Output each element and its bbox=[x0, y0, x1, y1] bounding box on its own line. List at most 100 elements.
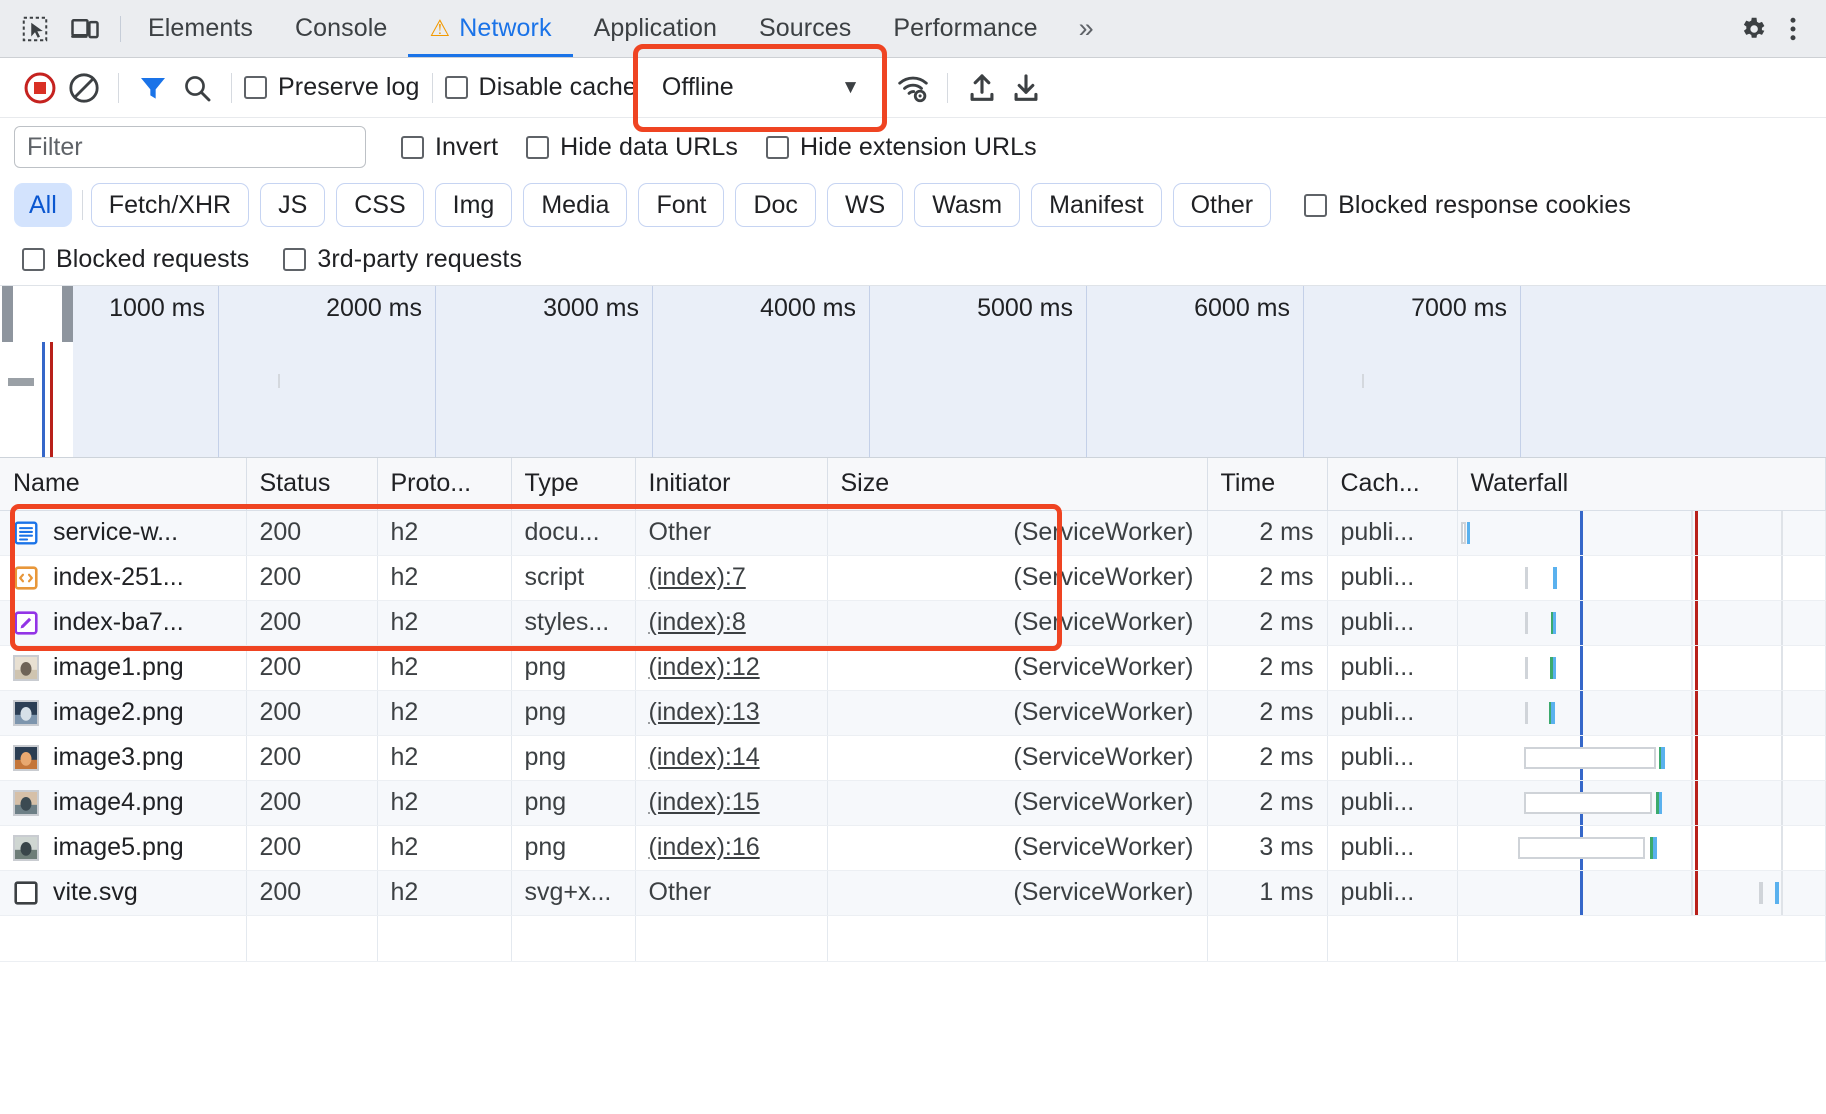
waterfall-domcontentloaded-line bbox=[1580, 600, 1584, 644]
type-filter-font[interactable]: Font bbox=[638, 183, 725, 227]
type-filter-fetch-xhr[interactable]: Fetch/XHR bbox=[90, 183, 250, 227]
type-filter-img[interactable]: Img bbox=[434, 183, 513, 227]
column-header-protocol[interactable]: Proto... bbox=[377, 458, 512, 511]
column-header-type[interactable]: Type bbox=[511, 458, 636, 511]
tab-sources[interactable]: Sources bbox=[738, 0, 872, 57]
filter-funnel-icon[interactable] bbox=[131, 66, 175, 110]
type-filter-css[interactable]: CSS bbox=[336, 183, 424, 227]
cell-initiator[interactable]: Other bbox=[635, 870, 828, 916]
network-overview-timeline[interactable]: 1000 ms 2000 ms 3000 ms 4000 ms 5000 ms … bbox=[0, 286, 1826, 458]
type-filter-other[interactable]: Other bbox=[1172, 183, 1272, 227]
waterfall-load-line bbox=[1694, 645, 1698, 689]
type-filter-manifest[interactable]: Manifest bbox=[1031, 183, 1162, 227]
type-filter-all[interactable]: All bbox=[14, 183, 72, 227]
table-row[interactable]: index-251... 200 h2 script (index):7 (Se… bbox=[0, 555, 1826, 601]
table-row[interactable]: service-w... 200 h2 docu... Other (Servi… bbox=[0, 510, 1826, 556]
cell-cache: publi... bbox=[1327, 600, 1458, 646]
clear-icon[interactable] bbox=[62, 66, 106, 110]
third-party-requests-checkbox[interactable]: 3rd-party requests bbox=[283, 245, 522, 274]
tab-application[interactable]: Application bbox=[573, 0, 738, 57]
initiator-link[interactable]: (index):15 bbox=[649, 788, 760, 816]
column-header-size[interactable]: Size bbox=[827, 458, 1208, 511]
column-header-status[interactable]: Status bbox=[246, 458, 378, 511]
name-cell-content: image4.png bbox=[13, 788, 233, 817]
cell-name[interactable]: image2.png bbox=[0, 690, 247, 736]
cell-name[interactable]: service-w... bbox=[0, 510, 247, 556]
cell-name[interactable]: vite.svg bbox=[0, 870, 247, 916]
tab-network[interactable]: ⚠ Network bbox=[408, 0, 573, 57]
table-row[interactable]: image5.png 200 h2 png (index):16 (Servic… bbox=[0, 825, 1826, 871]
cell-name[interactable]: image4.png bbox=[0, 780, 247, 826]
tabbar-divider bbox=[120, 15, 121, 42]
initiator-link[interactable]: (index):16 bbox=[649, 833, 760, 861]
tab-performance[interactable]: Performance bbox=[872, 0, 1058, 57]
column-header-initiator[interactable]: Initiator bbox=[635, 458, 828, 511]
waterfall-queue-bar bbox=[1523, 746, 1656, 769]
column-header-name[interactable]: Name bbox=[0, 458, 247, 511]
cell-name[interactable]: image3.png bbox=[0, 735, 247, 781]
type-filter-js[interactable]: JS bbox=[260, 183, 326, 227]
table-row[interactable]: image4.png 200 h2 png (index):15 (Servic… bbox=[0, 780, 1826, 826]
gear-icon[interactable] bbox=[1736, 12, 1770, 46]
initiator-link[interactable]: (index):7 bbox=[649, 563, 746, 591]
cell-initiator[interactable]: (index):8 bbox=[635, 600, 828, 646]
device-toolbar-icon[interactable] bbox=[68, 12, 102, 46]
waterfall-domcontentloaded-line bbox=[1580, 690, 1584, 734]
hide-extension-urls-checkbox[interactable]: Hide extension URLs bbox=[766, 133, 1037, 162]
cell-name[interactable]: image5.png bbox=[0, 825, 247, 871]
tab-console[interactable]: Console bbox=[274, 0, 408, 57]
cell-initiator[interactable]: Other bbox=[635, 510, 828, 556]
initiator-link[interactable]: (index):14 bbox=[649, 743, 760, 771]
disable-cache-checkbox[interactable]: Disable cache bbox=[444, 73, 637, 102]
cell-initiator[interactable]: (index):16 bbox=[635, 825, 828, 871]
waterfall-gridline bbox=[1690, 645, 1693, 689]
table-row[interactable]: index-ba7... 200 h2 styles... (index):8 … bbox=[0, 600, 1826, 646]
tab-label: Application bbox=[593, 14, 717, 42]
type-filter-ws[interactable]: WS bbox=[826, 183, 904, 227]
search-icon[interactable] bbox=[175, 66, 219, 110]
type-filter-wasm[interactable]: Wasm bbox=[914, 183, 1021, 227]
export-har-icon[interactable] bbox=[1004, 66, 1048, 110]
blocked-response-cookies-checkbox[interactable]: Blocked response cookies bbox=[1304, 191, 1631, 220]
waterfall-gridline bbox=[1780, 510, 1783, 554]
tab-elements[interactable]: Elements bbox=[127, 0, 274, 57]
throttling-dropdown[interactable]: Offline ▼ bbox=[644, 65, 873, 110]
name-cell-content: index-251... bbox=[13, 563, 233, 592]
cell-initiator[interactable]: (index):7 bbox=[635, 555, 828, 601]
table-row[interactable]: image1.png 200 h2 png (index):12 (Servic… bbox=[0, 645, 1826, 691]
document-icon bbox=[14, 521, 38, 544]
cell-initiator[interactable]: (index):15 bbox=[635, 780, 828, 826]
cell-cache: publi... bbox=[1327, 870, 1458, 916]
kebab-menu-icon[interactable] bbox=[1776, 12, 1810, 46]
table-row[interactable]: image2.png 200 h2 png (index):13 (Servic… bbox=[0, 690, 1826, 736]
cell-name[interactable]: index-ba7... bbox=[0, 600, 247, 646]
blocked-requests-checkbox[interactable]: Blocked requests bbox=[22, 245, 249, 274]
filter-input[interactable] bbox=[14, 126, 366, 168]
table-row[interactable]: image3.png 200 h2 png (index):14 (Servic… bbox=[0, 735, 1826, 781]
cell-initiator[interactable]: (index):12 bbox=[635, 645, 828, 691]
preserve-log-checkbox[interactable]: Preserve log bbox=[244, 73, 420, 102]
hide-data-urls-checkbox[interactable]: Hide data URLs bbox=[526, 133, 738, 162]
initiator-link[interactable]: (index):8 bbox=[649, 608, 746, 636]
cell-initiator[interactable]: (index):14 bbox=[635, 735, 828, 781]
column-header-time[interactable]: Time bbox=[1207, 458, 1328, 511]
wifi-settings-icon[interactable] bbox=[891, 66, 935, 110]
waterfall-gridline bbox=[1690, 555, 1693, 599]
more-tabs-chevron-icon[interactable]: » bbox=[1059, 0, 1114, 57]
inspect-element-icon[interactable] bbox=[18, 12, 52, 46]
stop-recording-icon[interactable] bbox=[18, 66, 62, 110]
requests-table-body: service-w... 200 h2 docu... Other (Servi… bbox=[0, 510, 1826, 962]
invert-checkbox[interactable]: Invert bbox=[401, 133, 498, 162]
initiator-link[interactable]: (index):12 bbox=[649, 653, 760, 681]
table-row[interactable]: vite.svg 200 h2 svg+x... Other (ServiceW… bbox=[0, 870, 1826, 916]
column-header-cache[interactable]: Cach... bbox=[1327, 458, 1458, 511]
initiator-link[interactable]: (index):13 bbox=[649, 698, 760, 726]
column-header-waterfall[interactable]: Waterfall bbox=[1457, 458, 1826, 511]
cell-name[interactable]: index-251... bbox=[0, 555, 247, 601]
type-filter-media[interactable]: Media bbox=[523, 183, 628, 227]
import-har-icon[interactable] bbox=[960, 66, 1004, 110]
cell-initiator[interactable]: (index):13 bbox=[635, 690, 828, 736]
waterfall-response-bar bbox=[1661, 746, 1666, 769]
cell-name[interactable]: image1.png bbox=[0, 645, 247, 691]
type-filter-doc[interactable]: Doc bbox=[735, 183, 816, 227]
